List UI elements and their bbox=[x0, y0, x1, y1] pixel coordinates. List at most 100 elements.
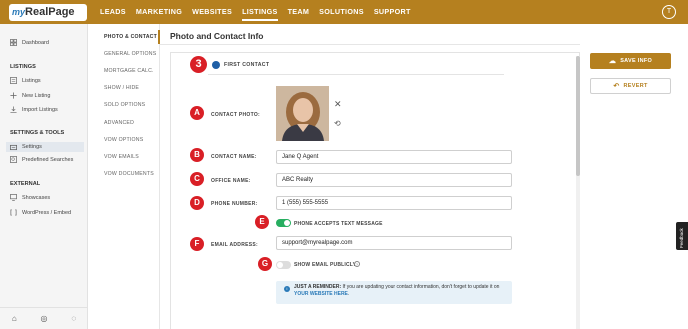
reminder-text: JUST A REMINDER: If you are updating you… bbox=[294, 284, 508, 298]
contact-name-field[interactable]: Jane Q Agent bbox=[276, 150, 512, 164]
settings-subnav: PHOTO & CONTACT GENERAL OPTIONS MORTGAGE… bbox=[100, 24, 160, 329]
phone-number-field[interactable]: 1 (555) 555-5555 bbox=[276, 196, 512, 210]
callout-marker-c: C bbox=[190, 172, 204, 186]
section-label: FIRST CONTACT bbox=[224, 61, 270, 68]
left-sidebar: Dashboard LISTINGS Listings New Listing … bbox=[0, 24, 88, 329]
section-header: 3 FIRST CONTACT bbox=[190, 56, 269, 73]
chat-icon[interactable]: ◌ bbox=[71, 314, 76, 323]
sidebar-item-wordpress[interactable]: WordPress / Embed bbox=[10, 209, 71, 216]
nav-support[interactable]: SUPPORT bbox=[374, 0, 411, 24]
support-icon[interactable]: ◎ bbox=[41, 314, 48, 323]
divider bbox=[160, 44, 580, 45]
listings-icon bbox=[10, 77, 17, 84]
sidebar-item-settings[interactable]: Settings bbox=[6, 142, 84, 152]
nav-leads[interactable]: LEADS bbox=[100, 0, 126, 24]
sidebar-item-showcases[interactable]: Showcases bbox=[10, 194, 50, 201]
dashboard-icon bbox=[10, 39, 17, 46]
email-address-label: EMAIL ADDRESS: bbox=[211, 242, 258, 248]
logo-name: RealPage bbox=[25, 6, 75, 18]
revert-button[interactable]: ↶ REVERT bbox=[590, 78, 671, 94]
save-info-button[interactable]: ☁ SAVE INFO bbox=[590, 53, 671, 69]
subnav-vow-options[interactable]: VOW OPTIONS bbox=[104, 137, 143, 143]
myrealpage-logo[interactable]: my RealPage bbox=[9, 3, 87, 21]
sidebar-section-settings: SETTINGS & TOOLS bbox=[10, 130, 65, 136]
callout-marker-g: G bbox=[258, 257, 272, 271]
sidebar-section-external: EXTERNAL bbox=[10, 181, 41, 187]
logo-prefix: my bbox=[12, 7, 26, 17]
phone-number-label: PHONE NUMBER: bbox=[211, 201, 258, 207]
import-icon bbox=[10, 106, 17, 113]
office-name-field[interactable]: ABC Realty bbox=[276, 173, 512, 187]
subnav-vow-emails[interactable]: VOW EMAILS bbox=[104, 154, 139, 160]
revert-label: REVERT bbox=[623, 83, 648, 89]
saved-search-icon bbox=[10, 156, 17, 163]
accepts-text-label: PHONE ACCEPTS TEXT MESSAGE bbox=[294, 221, 383, 227]
sidebar-item-label: Settings bbox=[22, 144, 42, 150]
top-navigation-bar: my RealPage LEADS MARKETING WEBSITES LIS… bbox=[0, 0, 688, 24]
main-nav: LEADS MARKETING WEBSITES LISTINGS TEAM S… bbox=[100, 0, 421, 24]
sidebar-item-label: Import Listings bbox=[22, 106, 58, 113]
contact-photo[interactable] bbox=[276, 86, 329, 141]
subnav-photo-contact[interactable]: PHOTO & CONTACT bbox=[104, 34, 157, 40]
nav-listings[interactable]: LISTINGS bbox=[242, 0, 278, 24]
email-address-field[interactable]: support@myrealpage.com bbox=[276, 236, 512, 250]
website-link[interactable]: YOUR WEBSITE HERE bbox=[294, 291, 348, 297]
subnav-advanced[interactable]: ADVANCED bbox=[104, 120, 134, 126]
nav-team[interactable]: TEAM bbox=[288, 0, 310, 24]
contact-photo-label: CONTACT PHOTO: bbox=[211, 112, 261, 118]
accepts-text-toggle[interactable] bbox=[276, 219, 291, 227]
sidebar-footer: ⌂ ◎ ◌ bbox=[0, 307, 88, 329]
sidebar-item-listings[interactable]: Listings bbox=[10, 77, 41, 84]
undo-icon: ↶ bbox=[613, 83, 620, 90]
info-icon: i bbox=[284, 286, 290, 292]
nav-marketing[interactable]: MARKETING bbox=[136, 0, 182, 24]
reminder-end: . bbox=[347, 291, 350, 297]
nav-solutions[interactable]: SOLUTIONS bbox=[319, 0, 364, 24]
sidebar-item-label: Listings bbox=[22, 77, 41, 84]
callout-marker-f: F bbox=[190, 237, 204, 251]
sidebar-item-label: New Listing bbox=[22, 92, 51, 99]
show-email-toggle[interactable] bbox=[276, 261, 291, 269]
sidebar-item-import-listings[interactable]: Import Listings bbox=[10, 106, 58, 113]
callout-marker-e: E bbox=[255, 215, 269, 229]
nav-websites[interactable]: WEBSITES bbox=[192, 0, 232, 24]
portrait-image bbox=[276, 86, 329, 141]
office-name-label: OFFICE NAME: bbox=[211, 178, 251, 184]
subnav-general-options[interactable]: GENERAL OPTIONS bbox=[104, 51, 156, 57]
plus-icon bbox=[10, 92, 17, 99]
sidebar-item-label: Dashboard bbox=[22, 39, 49, 46]
sidebar-item-label: Predefined Searches bbox=[22, 156, 74, 163]
embed-icon bbox=[10, 209, 17, 216]
scrollbar-thumb[interactable] bbox=[576, 56, 580, 176]
sidebar-item-new-listing[interactable]: New Listing bbox=[10, 92, 50, 99]
subnav-mortgage-calc[interactable]: MORTGAGE CALC. bbox=[104, 68, 154, 74]
feedback-label: Feedback bbox=[679, 228, 684, 248]
settings-icon bbox=[10, 144, 17, 150]
rotate-photo-icon[interactable]: ⟲ bbox=[334, 119, 341, 128]
home-icon[interactable]: ⌂ bbox=[12, 314, 17, 323]
callout-marker-a: A bbox=[190, 106, 204, 120]
cloud-upload-icon: ☁ bbox=[608, 58, 617, 65]
monitor-icon bbox=[10, 194, 17, 201]
subnav-vow-documents[interactable]: VOW DOCUMENTS bbox=[104, 171, 154, 177]
active-tab-indicator bbox=[158, 30, 160, 44]
sidebar-item-dashboard[interactable]: Dashboard bbox=[10, 39, 49, 46]
section-dot-icon bbox=[212, 60, 220, 69]
reminder-lead: JUST A REMINDER: bbox=[294, 284, 342, 290]
help-icon[interactable]: ? bbox=[354, 261, 360, 267]
sidebar-section-listings: LISTINGS bbox=[10, 64, 36, 70]
remove-photo-icon[interactable]: ✕ bbox=[334, 99, 342, 110]
feedback-tab[interactable]: Feedback bbox=[676, 222, 688, 250]
sidebar-item-label: WordPress / Embed bbox=[22, 209, 72, 216]
sidebar-item-predefined-searches[interactable]: Predefined Searches bbox=[10, 156, 73, 163]
subnav-show-hide[interactable]: SHOW / HIDE bbox=[104, 85, 139, 91]
step-number-badge: 3 bbox=[190, 56, 207, 73]
user-avatar[interactable]: T bbox=[662, 5, 676, 19]
reminder-notice: i JUST A REMINDER: If you are updating y… bbox=[276, 281, 512, 304]
save-info-label: SAVE INFO bbox=[620, 58, 653, 64]
sidebar-item-label: Showcases bbox=[22, 194, 51, 201]
subnav-sold-options[interactable]: SOLD OPTIONS bbox=[104, 102, 145, 108]
reminder-body: If you are updating your contact informa… bbox=[342, 284, 500, 290]
contact-name-label: CONTACT NAME: bbox=[211, 154, 257, 160]
callout-marker-b: B bbox=[190, 148, 204, 162]
